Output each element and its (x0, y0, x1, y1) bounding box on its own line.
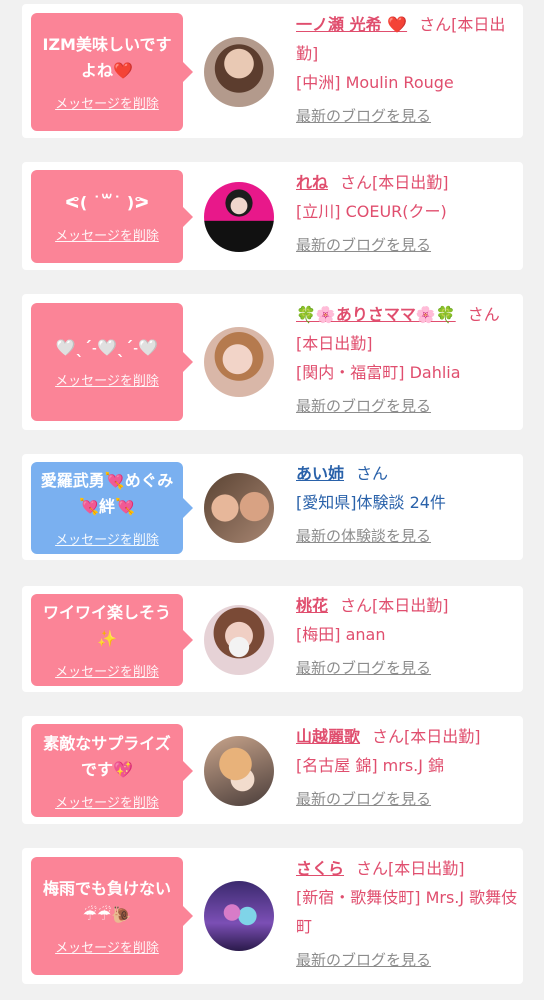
girl-name-link[interactable]: 🍀🌸ありさママ🌸🍀 (296, 305, 456, 324)
message-bubble: 素敵なサプライズです💖 メッセージを削除 (31, 724, 193, 817)
message-text: 🤍ˎˊ˗🤍ˎˊ˗🤍 (55, 338, 159, 357)
profile-info: 山越麗歌 さん[本日出勤] [名古屋 錦] mrs.J 錦最新のブログを見る (296, 722, 518, 814)
message-bubble: 梅雨でも負けない☔☔🐌 メッセージを削除 (31, 857, 193, 975)
girl-name-link[interactable]: あい姉 (296, 464, 344, 483)
message-text: 素敵なサプライズです💖 (43, 733, 171, 779)
profile-info: 桃花 さん[本日出勤] [梅田] anan 最新のブログを見る (296, 591, 518, 683)
message-bubble: ワイワイ楽しそう✨ メッセージを削除 (31, 594, 193, 686)
avatar[interactable] (204, 605, 274, 675)
profile-info: 一ノ瀬 光希 ❤️ さん[本日出勤] [中洲] Moulin Rouge 最新のブログ… (296, 10, 518, 131)
avatar[interactable] (204, 473, 274, 543)
name-line: 桃花 さん[本日出勤] (296, 591, 518, 620)
message-card: IZM美味しいですよね❤️ メッセージを削除 一ノ瀬 光希 ❤️ さん[本日出勤] [中… (22, 4, 523, 138)
message-bubble: 🤍ˎˊ˗🤍ˎˊ˗🤍 メッセージを削除 (31, 303, 193, 421)
message-card: 素敵なサプライズです💖 メッセージを削除 山越麗歌 さん[本日出勤] [名古屋 錦] m… (22, 716, 523, 824)
message-text: ワイワイ楽しそう✨ (42, 603, 171, 648)
shop-info: [中洲] Moulin Rouge (296, 73, 454, 92)
message-card: ワイワイ楽しそう✨ メッセージを削除 桃花 さん[本日出勤] [梅田] anan 最新のブ… (22, 586, 523, 692)
message-bubble: 愛羅武勇💘めぐみ💘絆💘 メッセージを削除 (31, 462, 193, 554)
latest-post-link[interactable]: 最新のブログを見る (296, 392, 518, 421)
shop-info: [関内・福富町] Dahlia (296, 363, 461, 382)
name-suffix: さん[本日出勤] (372, 727, 481, 746)
shop-info: [名古屋 錦] mrs.J 錦 (296, 756, 445, 775)
name-line: 一ノ瀬 光希 ❤️ さん[本日出勤] (296, 10, 518, 68)
latest-post-link[interactable]: 最新の体験談を見る (296, 522, 518, 551)
name-suffix: さん[本日出勤] (340, 596, 449, 615)
delete-message-link[interactable]: メッセージを削除 (55, 661, 159, 680)
message-text: 梅雨でも負けない☔☔🐌 (42, 879, 171, 924)
message-bubble: ᕙ( ˙꒳​˙ )ᕗ メッセージを削除 (31, 170, 193, 263)
latest-post-link[interactable]: 最新のブログを見る (296, 946, 518, 975)
name-line: あい姉 さん (296, 459, 518, 488)
avatar[interactable] (204, 37, 274, 107)
avatar[interactable] (204, 736, 274, 806)
girl-name-link[interactable]: 桃花 (296, 596, 328, 615)
girl-name-link[interactable]: さくら (296, 859, 344, 878)
name-suffix: さん[本日出勤] (340, 173, 449, 192)
profile-info: 🍀🌸ありさママ🌸🍀 さん[本日出勤] [関内・福富町] Dahlia 最新のブログを見… (296, 300, 518, 421)
delete-message-link[interactable]: メッセージを削除 (55, 370, 159, 389)
name-suffix: さん (356, 464, 389, 483)
message-bubble: IZM美味しいですよね❤️ メッセージを削除 (31, 13, 193, 131)
name-line: 山越麗歌 さん[本日出勤] (296, 722, 518, 751)
girl-name-link[interactable]: れね (296, 173, 328, 192)
girl-name-link[interactable]: 山越麗歌 (296, 727, 360, 746)
shop-info: [立川] COEUR(クー) (296, 202, 447, 221)
message-text: IZM美味しいですよね❤️ (42, 35, 172, 80)
name-line: れね さん[本日出勤] (296, 168, 518, 197)
message-card: ᕙ( ˙꒳​˙ )ᕗ メッセージを削除 れね さん[本日出勤] [立川] COEUR(ク… (22, 162, 523, 270)
message-card: 梅雨でも負けない☔☔🐌 メッセージを削除 さくら さん[本日出勤] [新宿・歌舞伎町] … (22, 848, 523, 984)
latest-post-link[interactable]: 最新のブログを見る (296, 231, 518, 260)
shop-info: [愛知県]体験談 24件 (296, 493, 446, 512)
profile-info: あい姉 さん [愛知県]体験談 24件最新の体験談を見る (296, 459, 518, 551)
name-line: 🍀🌸ありさママ🌸🍀 さん[本日出勤] (296, 300, 518, 358)
name-line: さくら さん[本日出勤] (296, 854, 518, 883)
delete-message-link[interactable]: メッセージを削除 (55, 225, 159, 244)
delete-message-link[interactable]: メッセージを削除 (55, 937, 159, 956)
delete-message-link[interactable]: メッセージを削除 (55, 529, 159, 548)
shop-info: [梅田] anan (296, 625, 386, 644)
avatar[interactable] (204, 327, 274, 397)
message-card: 愛羅武勇💘めぐみ💘絆💘 メッセージを削除 あい姉 さん [愛知県]体験談 24件最新の体… (22, 454, 523, 560)
message-text: 愛羅武勇💘めぐみ💘絆💘 (40, 471, 174, 516)
delete-message-link[interactable]: メッセージを削除 (55, 93, 159, 112)
profile-info: れね さん[本日出勤] [立川] COEUR(クー) 最新のブログを見る (296, 168, 518, 260)
latest-post-link[interactable]: 最新のブログを見る (296, 102, 518, 131)
avatar[interactable] (204, 182, 274, 252)
delete-message-link[interactable]: メッセージを削除 (55, 792, 159, 811)
profile-info: さくら さん[本日出勤] [新宿・歌舞伎町] Mrs.J 歌舞伎町最新のブログを見る (296, 854, 518, 975)
shop-info: [新宿・歌舞伎町] Mrs.J 歌舞伎町 (296, 888, 518, 936)
avatar[interactable] (204, 881, 274, 951)
girl-name-link[interactable]: 一ノ瀬 光希 ❤️ (296, 15, 407, 34)
latest-post-link[interactable]: 最新のブログを見る (296, 654, 518, 683)
latest-post-link[interactable]: 最新のブログを見る (296, 785, 518, 814)
name-suffix: さん[本日出勤] (356, 859, 465, 878)
message-text: ᕙ( ˙꒳​˙ )ᕗ (65, 192, 149, 212)
message-card: 🤍ˎˊ˗🤍ˎˊ˗🤍 メッセージを削除 🍀🌸ありさママ🌸🍀 さん[本日出勤] [関内・福富… (22, 294, 523, 430)
